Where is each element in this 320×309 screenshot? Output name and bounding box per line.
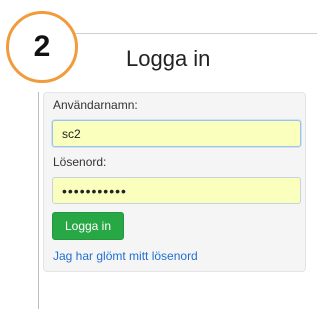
frame-top-divider	[74, 33, 317, 34]
step-badge: 2	[6, 11, 78, 83]
login-step-screen: 2 Logga in Användarnamn: Lösenord: Logga…	[0, 0, 317, 309]
username-label: Användarnamn:	[53, 98, 138, 112]
step-number: 2	[33, 30, 51, 63]
frame-left-divider	[38, 92, 39, 309]
page-title: Logga in	[126, 46, 211, 71]
password-label: Lösenord:	[53, 155, 107, 169]
username-field[interactable]	[52, 120, 301, 147]
password-field[interactable]	[52, 177, 301, 204]
login-button[interactable]: Logga in	[52, 212, 124, 240]
forgot-password-link[interactable]: Jag har glömt mitt lösenord	[53, 249, 198, 263]
login-form: Användarnamn: Lösenord: Logga in Jag har…	[43, 92, 306, 272]
